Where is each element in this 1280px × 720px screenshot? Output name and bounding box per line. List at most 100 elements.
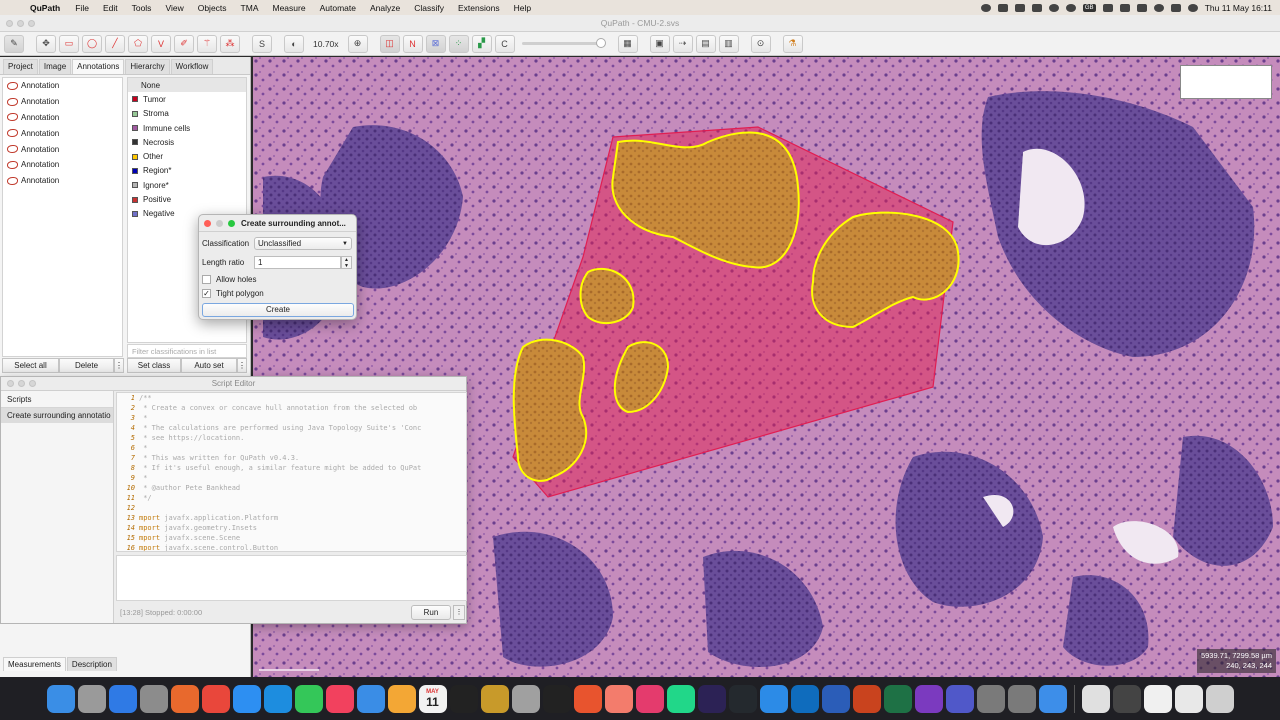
chrome-icon[interactable] [201, 684, 230, 713]
allow-holes-checkbox[interactable] [202, 275, 211, 284]
window-zoom-button[interactable] [28, 20, 35, 27]
time-machine-icon[interactable] [1065, 3, 1076, 12]
menu-objects[interactable]: Objects [191, 3, 234, 13]
pycharm-icon[interactable] [666, 684, 695, 713]
menu-extensions[interactable]: Extensions [451, 3, 507, 13]
opacity-slider[interactable] [521, 38, 606, 48]
menubar-clock[interactable]: Thu 11 May 16:11 [1205, 3, 1272, 13]
code-editor[interactable]: 1/** 2 * Create a convex or concave hull … [116, 392, 467, 552]
script-minimize-button[interactable] [18, 380, 25, 387]
auto-set-button[interactable]: Auto set [181, 358, 237, 373]
app-store-icon[interactable] [108, 684, 137, 713]
dialog-zoom-button[interactable] [228, 220, 235, 227]
music-icon[interactable] [325, 684, 354, 713]
script-item[interactable]: Create surrounding annotatio [1, 408, 113, 423]
trash-icon[interactable] [1205, 684, 1234, 713]
menu-file[interactable]: File [68, 3, 96, 13]
qupath-icon[interactable] [976, 684, 1005, 713]
brightness-contrast-button[interactable]: ◐ [284, 34, 304, 53]
list-item[interactable]: Annotation [3, 78, 122, 94]
more-options-button[interactable]: ⋮ [114, 358, 124, 373]
firefox-icon[interactable] [170, 684, 199, 713]
list-item[interactable]: Annotation [3, 173, 122, 189]
siri-icon[interactable] [1187, 3, 1198, 12]
bluetooth-icon[interactable] [1102, 3, 1113, 12]
show-connections-button[interactable]: C [494, 34, 515, 53]
fiji-icon[interactable] [511, 684, 540, 713]
class-item-none[interactable]: None [128, 78, 246, 93]
status-app-icon[interactable] [980, 3, 991, 12]
menu-automate[interactable]: Automate [313, 3, 363, 13]
show-tma-grid-button[interactable]: ⊠ [425, 34, 446, 53]
wifi-icon[interactable] [1136, 3, 1147, 12]
dialog-minimize-button[interactable] [216, 220, 223, 227]
list-item[interactable]: Annotation [3, 110, 122, 126]
mail-icon[interactable] [356, 684, 385, 713]
annotation-list[interactable]: Annotation Annotation Annotation Annotat… [2, 77, 123, 357]
finder-icon[interactable] [46, 684, 75, 713]
tight-polygon-checkbox[interactable]: ✓ [202, 289, 211, 298]
list-item[interactable]: Annotation [3, 157, 122, 173]
fill-detections-button[interactable]: ▞ [471, 34, 492, 53]
outlook-icon[interactable] [790, 684, 819, 713]
edge-icon[interactable] [263, 684, 292, 713]
shield-icon[interactable] [1048, 3, 1059, 12]
class-item-immune-cells[interactable]: Immune cells [128, 121, 246, 135]
show-detections-button[interactable]: ⁘ [448, 34, 469, 53]
polygon-tool-button[interactable]: ⬠ [128, 34, 148, 53]
menu-view[interactable]: View [158, 3, 190, 13]
class-item-positive[interactable]: Positive [128, 192, 246, 206]
script-zoom-button[interactable] [29, 380, 36, 387]
line-tool-button[interactable]: ╱ [105, 34, 125, 53]
show-log-button[interactable]: ⊙ [750, 34, 771, 53]
vscode-icon[interactable] [759, 684, 788, 713]
qupath-alt-icon[interactable] [1007, 684, 1036, 713]
overview-thumbnail[interactable] [1180, 65, 1272, 99]
delete-button[interactable]: Delete [59, 358, 114, 373]
set-class-button[interactable]: Set class [127, 358, 181, 373]
powerpoint-icon[interactable] [852, 684, 881, 713]
onenote-icon[interactable] [914, 684, 943, 713]
documents-icon[interactable] [1143, 684, 1172, 713]
launchpad-icon[interactable] [77, 684, 106, 713]
output-console[interactable] [116, 555, 467, 601]
classification-select[interactable]: Unclassified ▼ [254, 237, 352, 250]
intellij-icon[interactable] [635, 684, 664, 713]
input-source-badge[interactable]: GB [1082, 3, 1096, 12]
github-icon[interactable] [728, 684, 757, 713]
show-annotation-names-button[interactable]: N [402, 34, 423, 53]
photos-icon[interactable] [387, 684, 416, 713]
points-tool-button[interactable]: ⁂ [220, 34, 240, 53]
class-options-button[interactable]: ⋮ [237, 358, 247, 373]
calendar-icon[interactable]: MAY 11 [418, 684, 447, 713]
class-item-region[interactable]: Region* [128, 164, 246, 178]
menu-tools[interactable]: Tools [125, 3, 159, 13]
preview-icon[interactable] [1081, 684, 1110, 713]
word-icon[interactable] [821, 684, 850, 713]
list-item[interactable]: Annotation [3, 141, 122, 157]
eclipse-icon[interactable] [697, 684, 726, 713]
notes-icon[interactable] [1174, 684, 1203, 713]
cloud-sync-icon[interactable] [1014, 3, 1025, 12]
system-settings-icon[interactable] [139, 684, 168, 713]
app-menu[interactable]: QuPath [24, 3, 68, 13]
messages-icon[interactable] [294, 684, 323, 713]
create-button[interactable]: Create [202, 303, 354, 317]
length-ratio-stepper[interactable]: ▲ ▼ [341, 256, 352, 269]
tab-hierarchy[interactable]: Hierarchy [125, 59, 170, 74]
rectangle-tool-button[interactable]: ▭ [59, 34, 79, 53]
scatter-app-icon[interactable] [573, 684, 602, 713]
tab-description[interactable]: Description [66, 657, 117, 671]
opacity-slider-thumb[interactable] [595, 38, 606, 48]
tab-workflow[interactable]: Workflow [170, 59, 214, 74]
menu-tma[interactable]: TMA [234, 3, 266, 13]
microscope-icon[interactable] [480, 684, 509, 713]
class-item-other[interactable]: Other [128, 149, 246, 163]
class-filter-input[interactable]: Filter classifications in list [127, 344, 247, 358]
window-minimize-button[interactable] [17, 20, 24, 27]
allow-holes-row[interactable]: Allow holes [202, 275, 256, 284]
wand-tool-button[interactable]: ⚚ [197, 34, 217, 53]
tab-annotations[interactable]: Annotations [72, 59, 125, 74]
toggle-analysis-pane-button[interactable]: ✎ [4, 34, 24, 53]
show-annotations-button[interactable]: ◫ [379, 34, 400, 53]
